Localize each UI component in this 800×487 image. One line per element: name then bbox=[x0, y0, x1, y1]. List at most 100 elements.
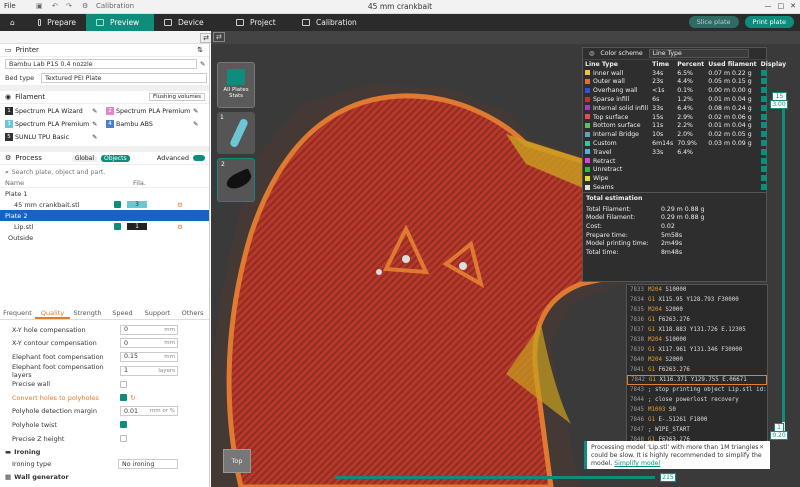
filament-color-swatch[interactable]: 1 bbox=[5, 107, 13, 115]
filament-edit-icon[interactable]: ✎ bbox=[92, 134, 97, 141]
filament-name[interactable]: Spectrum PLA Premium bbox=[116, 108, 191, 115]
display-checkbox[interactable] bbox=[760, 69, 767, 76]
setting-checkbox[interactable] bbox=[120, 394, 127, 402]
flushing-volumes-button[interactable]: Flushing volumes bbox=[148, 93, 205, 101]
setting-checkbox[interactable] bbox=[120, 380, 127, 388]
objects-toggle[interactable]: Objects bbox=[100, 154, 130, 162]
simplify-model-link[interactable]: Simplify model bbox=[614, 460, 660, 467]
line-type-row[interactable]: Retract bbox=[583, 157, 788, 166]
toast-close-icon[interactable]: ✕ bbox=[759, 444, 764, 452]
setting-input[interactable]: 0.15 mm bbox=[120, 351, 178, 362]
tree-object-crankbait[interactable]: 45 mm crankbait.stl 3 ⚙ bbox=[0, 199, 209, 210]
line-type-row[interactable]: Inner wall 34s 6.5% 0.07 m 0.22 g bbox=[583, 69, 788, 78]
line-type-row[interactable]: Bottom surface 11s 2.2% 0.01 m 0.04 g bbox=[583, 122, 788, 131]
plate-2-thumb[interactable]: 2 bbox=[217, 158, 255, 202]
filament-name[interactable]: Spectrum PLA Premium bbox=[15, 121, 90, 128]
line-type-row[interactable]: Internal solid infill 33s 6.4% 0.08 m 0.24 … bbox=[583, 104, 788, 113]
display-checkbox[interactable] bbox=[760, 175, 767, 182]
filament-name[interactable]: Spectrum PLA Wizard bbox=[15, 108, 90, 115]
setting-input[interactable]: 0 mm bbox=[120, 338, 178, 349]
plate-all-stats[interactable]: All Plates Stats bbox=[217, 62, 255, 108]
object-search-input[interactable] bbox=[11, 168, 192, 176]
advanced-toggle[interactable] bbox=[193, 155, 205, 161]
line-type-row[interactable]: Sparse infill 6s 1.2% 0.01 m 0.04 g bbox=[583, 95, 788, 104]
display-checkbox[interactable] bbox=[760, 140, 767, 147]
expand-icon[interactable]: ⇄ bbox=[213, 32, 225, 42]
setting-input[interactable]: 0.01 mm or % bbox=[120, 406, 178, 417]
print-plate-button[interactable]: Print plate bbox=[744, 16, 794, 28]
line-type-row[interactable]: Custom 6m14s 70.9% 0.03 m 0.09 g bbox=[583, 139, 788, 148]
display-checkbox[interactable] bbox=[760, 157, 767, 164]
tree-object-lip[interactable]: Lip.stl 1 ⚙ bbox=[0, 221, 209, 232]
filament-color-swatch[interactable]: 3 bbox=[5, 120, 13, 128]
filament-item-2[interactable]: 2 Spectrum PLA Premium ✎ bbox=[106, 107, 198, 115]
display-checkbox[interactable] bbox=[760, 122, 767, 129]
close-icon[interactable]: ✕ bbox=[790, 2, 796, 10]
line-type-row[interactable]: Unretract bbox=[583, 166, 788, 175]
settings-tab-speed[interactable]: Speed bbox=[105, 306, 140, 319]
maximize-icon[interactable]: □ bbox=[778, 2, 785, 10]
plate-1-thumb[interactable]: 1 bbox=[217, 112, 255, 154]
settings-sync-icon[interactable]: ↻ bbox=[130, 394, 135, 402]
lip-settings-icon[interactable]: ⚙ bbox=[177, 223, 183, 231]
tab-calibration[interactable]: Calibration bbox=[292, 14, 372, 31]
global-toggle[interactable]: Global bbox=[71, 154, 97, 162]
color-scheme-select[interactable]: Line Type bbox=[648, 49, 749, 58]
filament-color-swatch[interactable]: 4 bbox=[106, 120, 114, 128]
gcode-viewer[interactable]: 7833 M204 S10000 7834 G1 X115.95 Y128.793 F… bbox=[626, 284, 768, 455]
object-visible-checkbox[interactable] bbox=[114, 201, 121, 208]
display-checkbox[interactable] bbox=[760, 113, 767, 120]
setting-checkbox[interactable] bbox=[120, 435, 127, 443]
filament-edit-icon[interactable]: ✎ bbox=[193, 121, 198, 128]
display-checkbox[interactable] bbox=[760, 184, 767, 191]
tab-prepare[interactable]: Prepare bbox=[28, 14, 86, 31]
lip-filament-select[interactable]: 1 bbox=[127, 223, 147, 230]
filament-item-5[interactable]: 5 SUNLU TPU Basic ✎ bbox=[5, 133, 97, 141]
setting-input[interactable]: 1 layers bbox=[120, 365, 178, 376]
home-tab[interactable]: ⌂ bbox=[0, 14, 28, 31]
ironing-type-select[interactable]: No ironing bbox=[118, 459, 178, 469]
line-type-row[interactable]: Travel 33s 6.4% bbox=[583, 148, 788, 157]
printer-select[interactable]: Bambu Lab P1S 0.4 nozzle bbox=[5, 59, 197, 69]
display-checkbox[interactable] bbox=[760, 148, 767, 155]
object-settings-icon[interactable]: ⚙ bbox=[177, 201, 183, 209]
settings-tab-quality[interactable]: Quality bbox=[35, 306, 70, 319]
tree-plate-1[interactable]: Plate 1 bbox=[0, 188, 209, 199]
settings-tab-others[interactable]: Others bbox=[175, 306, 209, 319]
filament-edit-icon[interactable]: ✎ bbox=[92, 121, 97, 128]
line-type-row[interactable]: Internal Bridge 10s 2.0% 0.02 m 0.05 g bbox=[583, 130, 788, 139]
move-slider-value[interactable]: 215 bbox=[660, 473, 676, 482]
tree-outside[interactable]: Outside bbox=[0, 232, 209, 243]
layer-slider[interactable] bbox=[782, 92, 785, 437]
tab-preview[interactable]: Preview bbox=[86, 14, 154, 31]
filament-edit-icon[interactable]: ✎ bbox=[92, 108, 97, 115]
object-filament-select[interactable]: 3 bbox=[127, 201, 147, 208]
display-checkbox[interactable] bbox=[760, 166, 767, 173]
setting-input[interactable]: 0 mm bbox=[120, 324, 178, 335]
tab-project[interactable]: Project bbox=[226, 14, 292, 31]
view-cube[interactable]: Top bbox=[223, 449, 251, 473]
settings-tab-support[interactable]: Support bbox=[140, 306, 175, 319]
tab-device[interactable]: Device bbox=[154, 14, 226, 31]
minimize-icon[interactable]: — bbox=[765, 2, 772, 10]
setting-checkbox[interactable] bbox=[120, 421, 127, 429]
line-type-row[interactable]: Outer wall 23s 4.4% 0.05 m 0.15 g bbox=[583, 78, 788, 87]
move-slider[interactable] bbox=[335, 476, 655, 479]
slice-plate-button[interactable]: Slice plate bbox=[688, 16, 739, 28]
filament-item-3[interactable]: 3 Spectrum PLA Premium ✎ bbox=[5, 120, 97, 128]
line-type-row[interactable]: Overhang wall <1s 0.1% 0.00 m 0.00 g bbox=[583, 86, 788, 95]
filament-color-swatch[interactable]: 5 bbox=[5, 133, 13, 141]
filament-name[interactable]: Bambu ABS bbox=[116, 121, 191, 128]
filament-edit-icon[interactable]: ✎ bbox=[193, 108, 198, 115]
filament-color-swatch[interactable]: 2 bbox=[106, 107, 114, 115]
display-checkbox[interactable] bbox=[760, 87, 767, 94]
printer-edit-icon[interactable]: ✎ bbox=[200, 60, 205, 68]
printer-settings-icon[interactable]: ⇅ bbox=[197, 46, 203, 54]
display-checkbox[interactable] bbox=[760, 131, 767, 138]
filament-item-4[interactable]: 4 Bambu ABS ✎ bbox=[106, 120, 198, 128]
tree-plate-2[interactable]: Plate 2 bbox=[0, 210, 209, 221]
display-checkbox[interactable] bbox=[760, 78, 767, 85]
bed-type-select[interactable]: Textured PEI Plate bbox=[41, 73, 207, 83]
display-checkbox[interactable] bbox=[760, 96, 767, 103]
filament-item-1[interactable]: 1 Spectrum PLA Wizard ✎ bbox=[5, 107, 97, 115]
